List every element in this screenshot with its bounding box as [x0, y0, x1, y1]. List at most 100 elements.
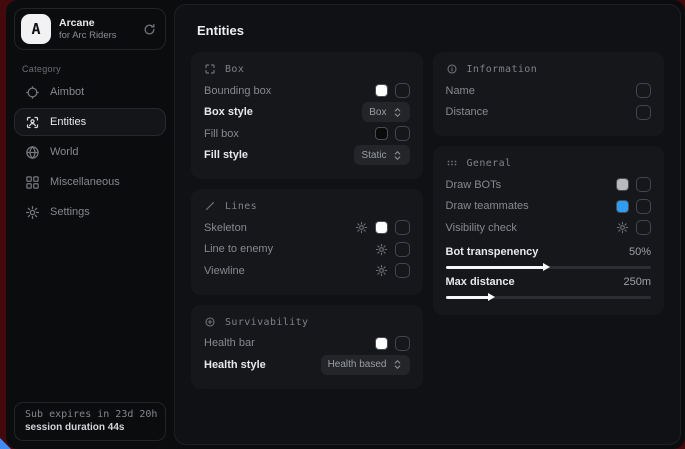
setting-label: Draw teammates: [446, 200, 609, 212]
brand-card: A Arcane for Arc Riders: [14, 8, 166, 50]
gear-icon[interactable]: [355, 221, 368, 234]
page-title: Entities: [197, 23, 668, 38]
fill-style-select[interactable]: Static: [354, 145, 409, 165]
checkbox[interactable]: [636, 220, 651, 235]
checkbox[interactable]: [395, 83, 410, 98]
setting-row-box-style: Box style Box: [204, 102, 410, 124]
color-swatch[interactable]: [616, 200, 629, 213]
box-style-select[interactable]: Box: [362, 102, 409, 122]
subscription-info: Sub expires in 23d 20h session duration …: [14, 402, 166, 441]
setting-label: Line to enemy: [204, 243, 367, 255]
checkbox[interactable]: [395, 336, 410, 351]
setting-label: Name: [446, 85, 629, 97]
dots-grid-icon: [446, 157, 459, 170]
max-distance-slider: Max distance 250m: [446, 273, 652, 299]
slider-thumb[interactable]: [543, 263, 550, 271]
sidebar-item-miscellaneous[interactable]: Miscellaneous: [14, 168, 166, 196]
grid-icon: [25, 175, 40, 190]
sidebar-item-label: Aimbot: [50, 86, 84, 98]
setting-label: Health style: [204, 359, 313, 371]
card-title: Information: [467, 64, 538, 75]
gear-icon[interactable]: [375, 243, 388, 256]
setting-label: Fill style: [204, 149, 346, 161]
scan-person-icon: [25, 115, 40, 130]
checkbox[interactable]: [395, 242, 410, 257]
slider-thumb[interactable]: [488, 293, 495, 301]
bot-transparency-slider: Bot transpenency 50%: [446, 243, 652, 269]
checkbox[interactable]: [636, 177, 651, 192]
globe-icon: [25, 145, 40, 160]
info-icon: [446, 63, 459, 76]
sidebar-item-label: Settings: [50, 206, 90, 218]
checkbox[interactable]: [395, 263, 410, 278]
brand-avatar: A: [21, 14, 51, 44]
overlay-window: A Arcane for Arc Riders Category Aimbot: [6, 0, 685, 449]
card-general: General Draw BOTs Draw teammates: [433, 146, 665, 315]
card-survivability: Survivability Health bar Health style He…: [191, 305, 423, 389]
checkbox[interactable]: [636, 105, 651, 120]
slider-value: 50%: [629, 246, 651, 258]
setting-row-draw-bots: Draw BOTs: [446, 174, 652, 196]
setting-row-health-style: Health style Health based: [204, 354, 410, 376]
category-label: Category: [22, 64, 166, 74]
select-value: Box: [369, 107, 386, 118]
sidebar-item-label: Miscellaneous: [50, 176, 120, 188]
card-lines: Lines Skeleton Line to enemy: [191, 189, 423, 295]
sidebar-item-aimbot[interactable]: Aimbot: [14, 78, 166, 106]
card-title: General: [467, 158, 512, 169]
setting-row-distance: Distance: [446, 102, 652, 124]
card-box: Box Bounding box Box style Box: [191, 52, 423, 179]
checkbox[interactable]: [636, 199, 651, 214]
slider-value: 250m: [623, 276, 651, 288]
select-value: Health based: [328, 359, 387, 370]
slider-track[interactable]: [446, 266, 652, 269]
setting-label: Visibility check: [446, 222, 609, 234]
sidebar-item-label: Entities: [50, 116, 86, 128]
cursor-icon: [0, 438, 11, 449]
setting-label: Viewline: [204, 265, 367, 277]
color-swatch[interactable]: [616, 178, 629, 191]
color-swatch[interactable]: [375, 337, 388, 350]
setting-label: Skeleton: [204, 222, 347, 234]
setting-label: Health bar: [204, 337, 367, 349]
setting-row-fill-box: Fill box: [204, 123, 410, 145]
setting-row-name: Name: [446, 80, 652, 102]
gear-icon[interactable]: [616, 221, 629, 234]
refresh-icon[interactable]: [141, 21, 157, 37]
setting-label: Fill box: [204, 128, 367, 140]
select-value: Static: [361, 150, 386, 161]
sidebar-item-world[interactable]: World: [14, 138, 166, 166]
sidebar-item-label: World: [50, 146, 79, 158]
setting-row-visibility-check: Visibility check: [446, 217, 652, 239]
card-information: Information Name Distance: [433, 52, 665, 136]
brand-title: Arcane: [59, 17, 133, 30]
checkbox[interactable]: [395, 220, 410, 235]
sidebar-nav: Aimbot Entities World: [14, 78, 166, 226]
checkbox[interactable]: [395, 126, 410, 141]
color-swatch[interactable]: [375, 221, 388, 234]
color-swatch[interactable]: [375, 84, 388, 97]
setting-label: Draw BOTs: [446, 179, 609, 191]
session-duration-text: session duration 44s: [25, 422, 155, 433]
setting-label: Distance: [446, 106, 629, 118]
checkbox[interactable]: [636, 83, 651, 98]
sidebar-item-entities[interactable]: Entities: [14, 108, 166, 136]
health-style-select[interactable]: Health based: [321, 355, 410, 375]
brackets-icon: [204, 63, 217, 76]
setting-row-health-bar: Health bar: [204, 333, 410, 355]
gear-icon[interactable]: [375, 264, 388, 277]
setting-label: Bounding box: [204, 85, 367, 97]
sidebar-item-settings[interactable]: Settings: [14, 198, 166, 226]
chevron-up-down-icon: [393, 107, 403, 118]
main-panel: Entities Box Bounding box: [174, 4, 681, 445]
slider-track[interactable]: [446, 296, 652, 299]
setting-row-line-to-enemy: Line to enemy: [204, 239, 410, 261]
card-title: Lines: [225, 201, 257, 212]
crosshair-icon: [25, 85, 40, 100]
chevron-up-down-icon: [393, 150, 403, 161]
setting-row-fill-style: Fill style Static: [204, 145, 410, 167]
setting-row-skeleton: Skeleton: [204, 217, 410, 239]
sub-expiry-text: Sub expires in 23d 20h: [25, 409, 155, 420]
color-swatch[interactable]: [375, 127, 388, 140]
brand-subtitle: for Arc Riders: [59, 30, 133, 42]
